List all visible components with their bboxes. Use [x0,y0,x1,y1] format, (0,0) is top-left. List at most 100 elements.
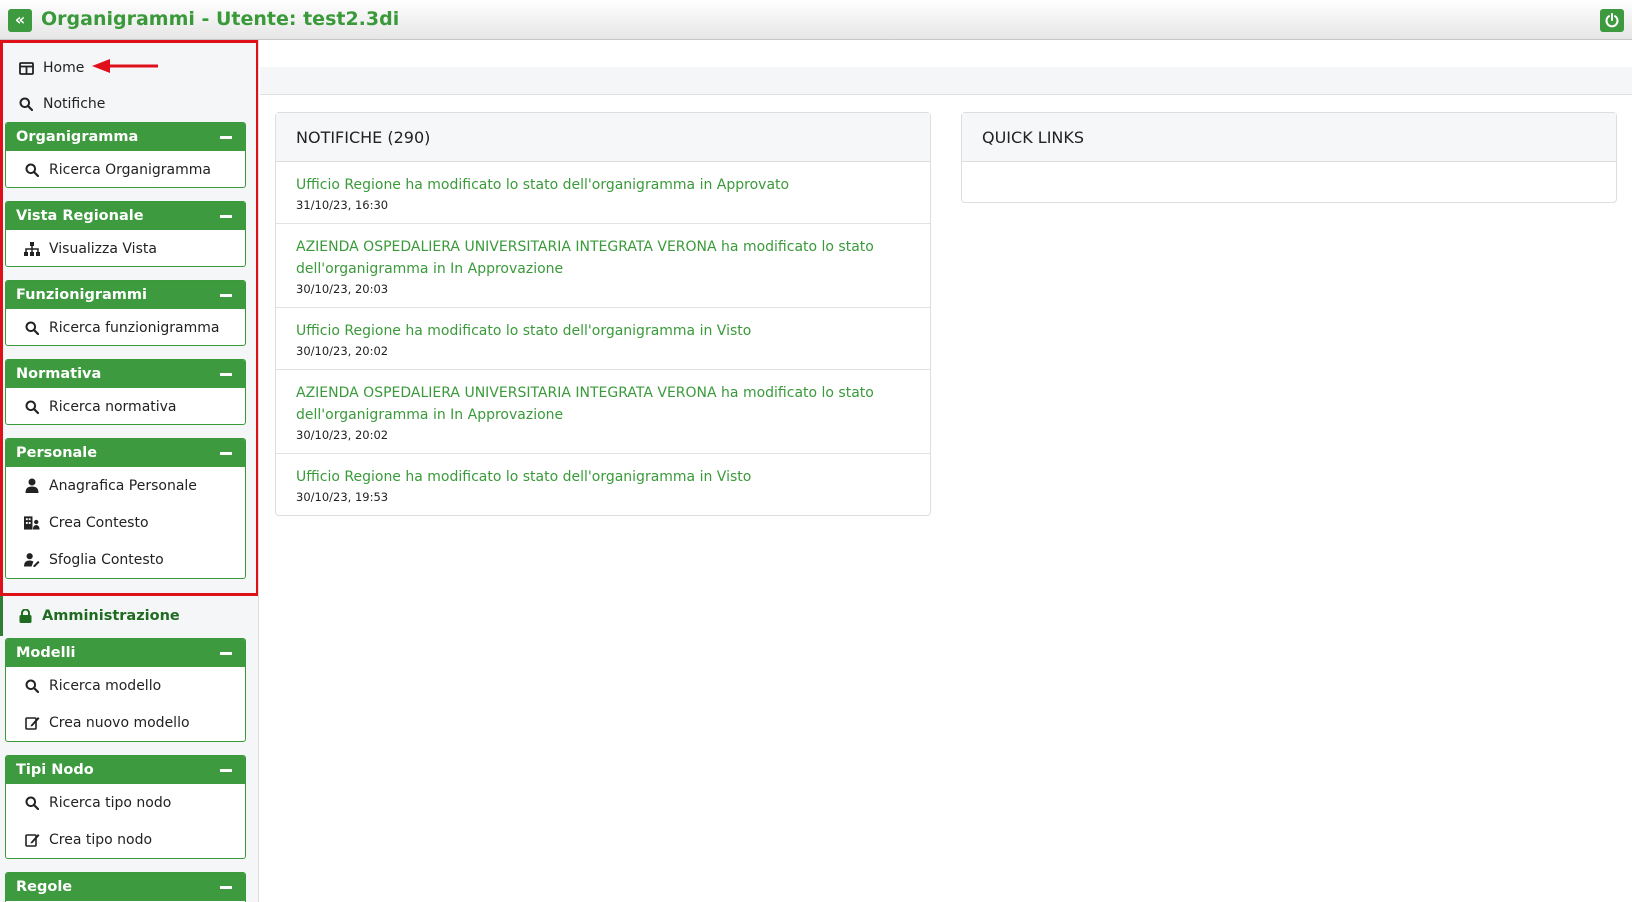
section-header[interactable]: Tipi Nodo [6,756,245,784]
section-title: Funzionigrammi [16,287,147,303]
section-modelli: Modelli Ricerca modello Crea nuovo model… [5,638,246,742]
search-icon [24,678,40,694]
notification-link[interactable]: AZIENDA OSPEDALIERA UNIVERSITARIA INTEGR… [296,236,910,280]
collapse-sidebar-button[interactable]: « [8,9,32,32]
section-header[interactable]: Modelli [6,639,245,667]
sidebar-item-ricerca-tipo-nodo[interactable]: Ricerca tipo nodo [6,784,245,821]
minus-icon[interactable] [220,373,232,376]
minus-icon[interactable] [220,769,232,772]
section-header[interactable]: Vista Regionale [6,202,245,230]
section-title: Regole [16,879,73,895]
section-title: Normativa [16,366,102,382]
user-pen-icon [24,552,40,568]
sidebar-item-anagrafica-personale[interactable]: Anagrafica Personale [6,467,245,504]
user-icon [24,478,40,494]
sidebar-item-label: Ricerca modello [49,677,162,694]
table-columns-icon [18,60,34,76]
sidebar-item-ricerca-organigramma[interactable]: Ricerca Organigramma [6,151,245,187]
search-icon [24,795,40,811]
breadcrumb-bar [260,67,1632,95]
admin-header[interactable]: Amministrazione [0,596,258,636]
notification-item: Ufficio Regione ha modificato lo stato d… [276,454,930,515]
notification-item: AZIENDA OSPEDALIERA UNIVERSITARIA INTEGR… [276,370,930,454]
notification-time: 30/10/23, 20:03 [296,282,389,296]
section-title: Personale [16,445,98,461]
main-content: NOTIFICHE (290) Ufficio Regione ha modif… [260,40,1632,902]
sidebar-item-crea-tipo-nodo[interactable]: Crea tipo nodo [6,821,245,858]
sidebar-item-label: Crea nuovo modello [49,714,190,731]
arrow-pointer [92,59,158,73]
sidebar-item-sfoglia-contesto[interactable]: Sfoglia Contesto [6,541,245,578]
notification-time: 30/10/23, 19:53 [296,490,389,504]
notification-link[interactable]: Ufficio Regione ha modificato lo stato d… [296,174,910,196]
lock-icon [19,609,32,623]
notifications-header: NOTIFICHE (290) [276,113,930,162]
sidebar-item-label: Visualizza Vista [49,240,157,257]
sidebar-item-ricerca-funzionigramma[interactable]: Ricerca funzionigramma [6,309,245,345]
sidebar-item-crea-contesto[interactable]: Crea Contesto [6,504,245,541]
notification-time: 31/10/23, 16:30 [296,198,389,212]
sidebar-item-label: Ricerca Organigramma [49,161,211,178]
minus-icon[interactable] [220,452,232,455]
minus-icon[interactable] [220,215,232,218]
sitemap-icon [24,241,40,257]
section-regole: Regole [5,872,246,902]
sidebar-item-label: Crea Contesto [49,514,149,531]
section-header[interactable]: Personale [6,439,245,467]
notification-item: Ufficio Regione ha modificato lo stato d… [276,308,930,370]
minus-icon[interactable] [220,652,232,655]
double-chevron-left-icon: « [14,10,26,29]
notification-item: Ufficio Regione ha modificato lo stato d… [276,162,930,224]
minus-icon[interactable] [220,136,232,139]
sidebar-item-home[interactable]: Home [18,58,84,78]
sidebar-item-label: Crea tipo nodo [49,831,153,848]
sidebar-item-ricerca-modello[interactable]: Ricerca modello [6,667,245,704]
search-icon [18,96,34,112]
top-bar: « Organigrammi - Utente: test2.3di [0,0,1632,40]
sidebar: Home Notifiche Organigramma Ricerca Orga… [0,40,259,902]
section-tipi-nodo: Tipi Nodo Ricerca tipo nodo Crea tipo no… [5,755,246,859]
section-header[interactable]: Funzionigrammi [6,281,245,309]
section-normativa: Normativa Ricerca normativa [5,359,246,425]
section-title: Organigramma [16,129,139,145]
notification-link[interactable]: Ufficio Regione ha modificato lo stato d… [296,466,910,488]
edit-icon [24,715,40,731]
sidebar-item-visualizza-vista[interactable]: Visualizza Vista [6,230,245,266]
section-personale: Personale Anagrafica Personale Crea Cont… [5,438,246,579]
notification-item: AZIENDA OSPEDALIERA UNIVERSITARIA INTEGR… [276,224,930,308]
sidebar-item-label: Ricerca funzionigramma [49,319,220,336]
sidebar-item-notifiche[interactable]: Notifiche [18,94,105,114]
minus-icon[interactable] [220,294,232,297]
section-title: Tipi Nodo [16,762,94,778]
section-funzionigrammi: Funzionigrammi Ricerca funzionigramma [5,280,246,346]
section-vista-regionale: Vista Regionale Visualizza Vista [5,201,246,267]
section-organigramma: Organigramma Ricerca Organigramma [5,122,246,188]
power-icon [1605,13,1619,28]
app-title: Organigrammi - Utente: test2.3di [41,8,400,30]
sidebar-item-ricerca-normativa[interactable]: Ricerca normativa [6,388,245,424]
sidebar-item-label: Notifiche [43,96,106,112]
section-title: Modelli [16,645,76,661]
sidebar-item-label: Anagrafica Personale [49,477,197,494]
search-icon [24,320,40,336]
edit-icon [24,832,40,848]
sidebar-item-label: Ricerca normativa [49,398,177,415]
search-icon [24,162,40,178]
minus-icon[interactable] [220,886,232,889]
sidebar-item-label: Home [43,60,85,76]
notification-time: 30/10/23, 20:02 [296,344,389,358]
section-header[interactable]: Organigramma [6,123,245,151]
sidebar-item-label: Ricerca tipo nodo [49,794,172,811]
sidebar-item-crea-nuovo-modello[interactable]: Crea nuovo modello [6,704,245,741]
logout-button[interactable] [1600,9,1624,32]
sidebar-item-label: Sfoglia Contesto [49,551,164,568]
quick-links-card: QUICK LINKS [961,112,1617,203]
section-header[interactable]: Regole [6,873,245,901]
admin-label: Amministrazione [42,608,180,624]
notification-link[interactable]: AZIENDA OSPEDALIERA UNIVERSITARIA INTEGR… [296,382,910,426]
building-user-icon [24,515,40,531]
quick-links-header: QUICK LINKS [962,113,1616,162]
notification-link[interactable]: Ufficio Regione ha modificato lo stato d… [296,320,910,342]
notifications-card: NOTIFICHE (290) Ufficio Regione ha modif… [275,112,931,516]
section-header[interactable]: Normativa [6,360,245,388]
